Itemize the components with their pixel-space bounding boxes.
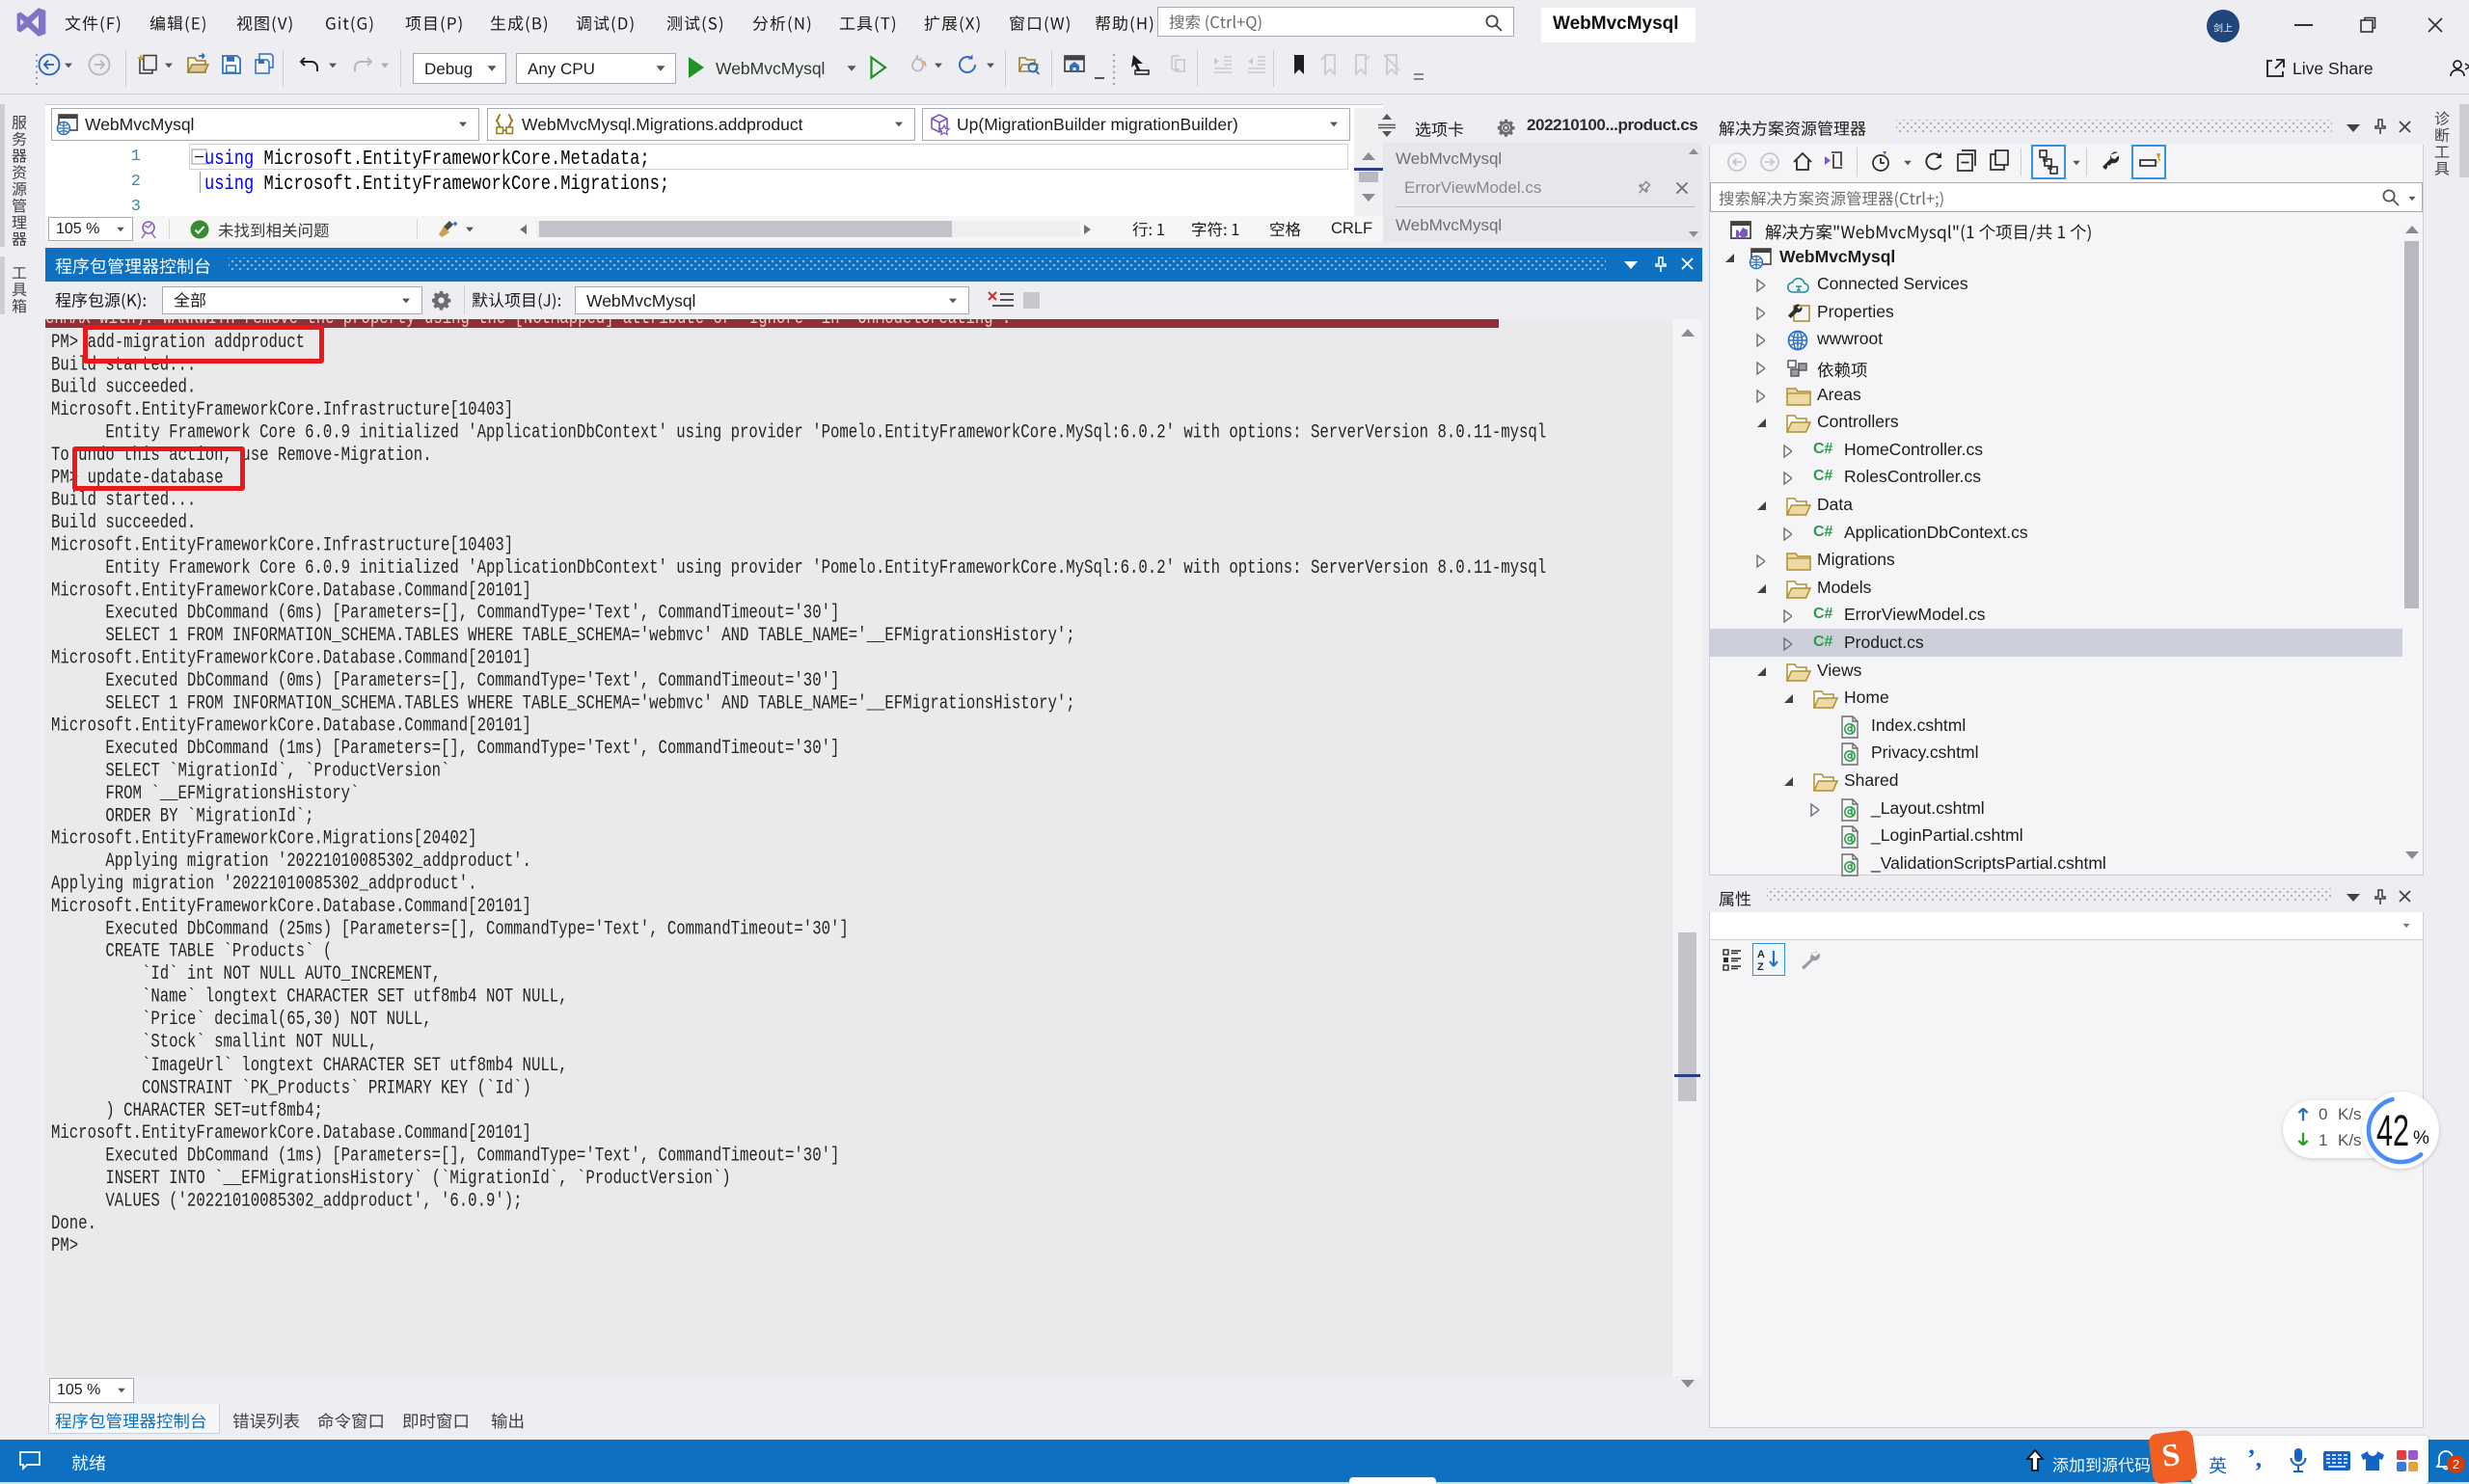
svg-text:Z: Z bbox=[1757, 961, 1764, 972]
svg-text:A: A bbox=[1757, 949, 1765, 960]
